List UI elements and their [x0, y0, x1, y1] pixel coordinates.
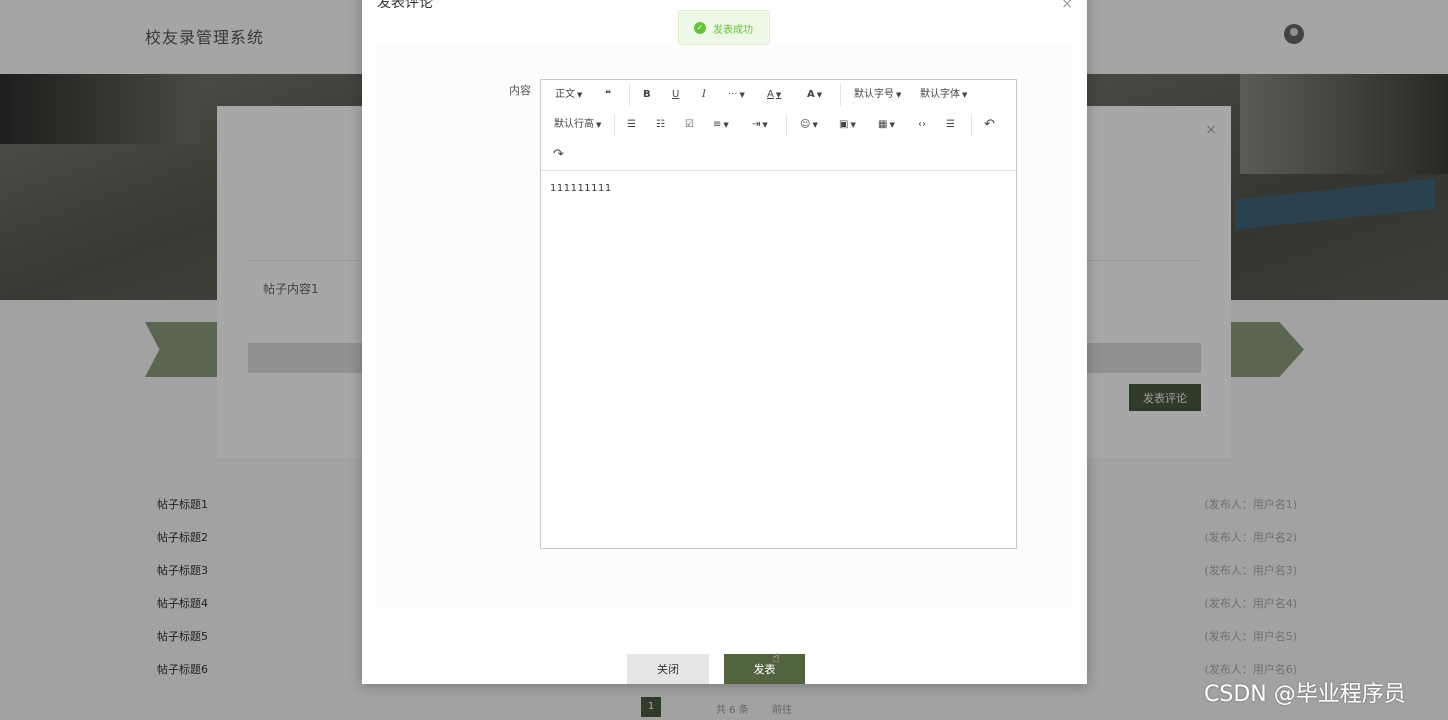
indent-icon[interactable]: ⇥ ▼ [752, 115, 768, 135]
dialog-title: 发表评论 [377, 0, 433, 11]
redo-icon[interactable]: ↷ [553, 145, 564, 165]
toast-message: 发表成功 [713, 25, 753, 36]
publish-button[interactable]: 发表 [724, 654, 805, 684]
code-icon[interactable]: ‹› [918, 115, 926, 135]
hand-cursor-icon: ☝ [772, 651, 780, 666]
content-label: 内容 [509, 84, 531, 97]
check-circle-icon: ✓ [694, 22, 706, 34]
line-height-dropdown[interactable]: 默认行高 ▼ [554, 115, 601, 135]
table-icon[interactable]: ▦ ▼ [878, 115, 895, 135]
italic-icon[interactable]: I [702, 85, 706, 105]
dialog-close-icon[interactable]: × [1061, 0, 1073, 12]
bg-color-icon[interactable]: A ▼ [807, 85, 822, 105]
todo-icon[interactable]: ☑ [685, 115, 694, 135]
bullet-list-icon[interactable]: ☰ [627, 115, 636, 135]
editor-content[interactable]: 111111111 [550, 183, 612, 194]
font-family-dropdown[interactable]: 默认字体 ▼ [920, 85, 967, 105]
paragraph-dropdown[interactable]: 正文 ▼ [555, 85, 582, 105]
align-icon[interactable]: ≡ ▼ [713, 115, 729, 135]
bold-icon[interactable]: B [643, 85, 651, 105]
comment-dialog: 发表评论 × 内容 正文 ▼ ❝ B U I ··· ▼ A ▼ A ▼ 默认字号 ▼ 默… [362, 0, 1087, 684]
editor-toolbar: 正文 ▼ ❝ B U I ··· ▼ A ▼ A ▼ 默认字号 ▼ 默认字体 ▼ 默认行高 ▼… [541, 80, 1016, 171]
close-button[interactable]: 关闭 [627, 654, 709, 684]
rich-text-editor: 正文 ▼ ❝ B U I ··· ▼ A ▼ A ▼ 默认字号 ▼ 默认字体 ▼ 默认行高 ▼… [540, 79, 1017, 549]
divider-icon[interactable]: ☰ [946, 115, 955, 135]
font-size-dropdown[interactable]: 默认字号 ▼ [854, 85, 901, 105]
watermark: CSDN @毕业程序员 [1204, 682, 1406, 707]
font-color-icon[interactable]: A ▼ [767, 85, 781, 105]
more-icon[interactable]: ··· ▼ [728, 85, 745, 105]
success-toast: ✓ 发表成功 [678, 10, 770, 45]
underline-icon[interactable]: U [672, 85, 679, 105]
dialog-body: 内容 正文 ▼ ❝ B U I ··· ▼ A ▼ A ▼ 默认字号 ▼ 默认字体 ▼ 默认… [376, 43, 1072, 608]
emoji-icon[interactable]: ☺ ▼ [800, 115, 818, 135]
quote-icon[interactable]: ❝ [605, 85, 611, 105]
numbered-list-icon[interactable]: ☷ [656, 115, 665, 135]
undo-icon[interactable]: ↶ [984, 115, 995, 135]
image-icon[interactable]: ▣ ▼ [839, 115, 856, 135]
